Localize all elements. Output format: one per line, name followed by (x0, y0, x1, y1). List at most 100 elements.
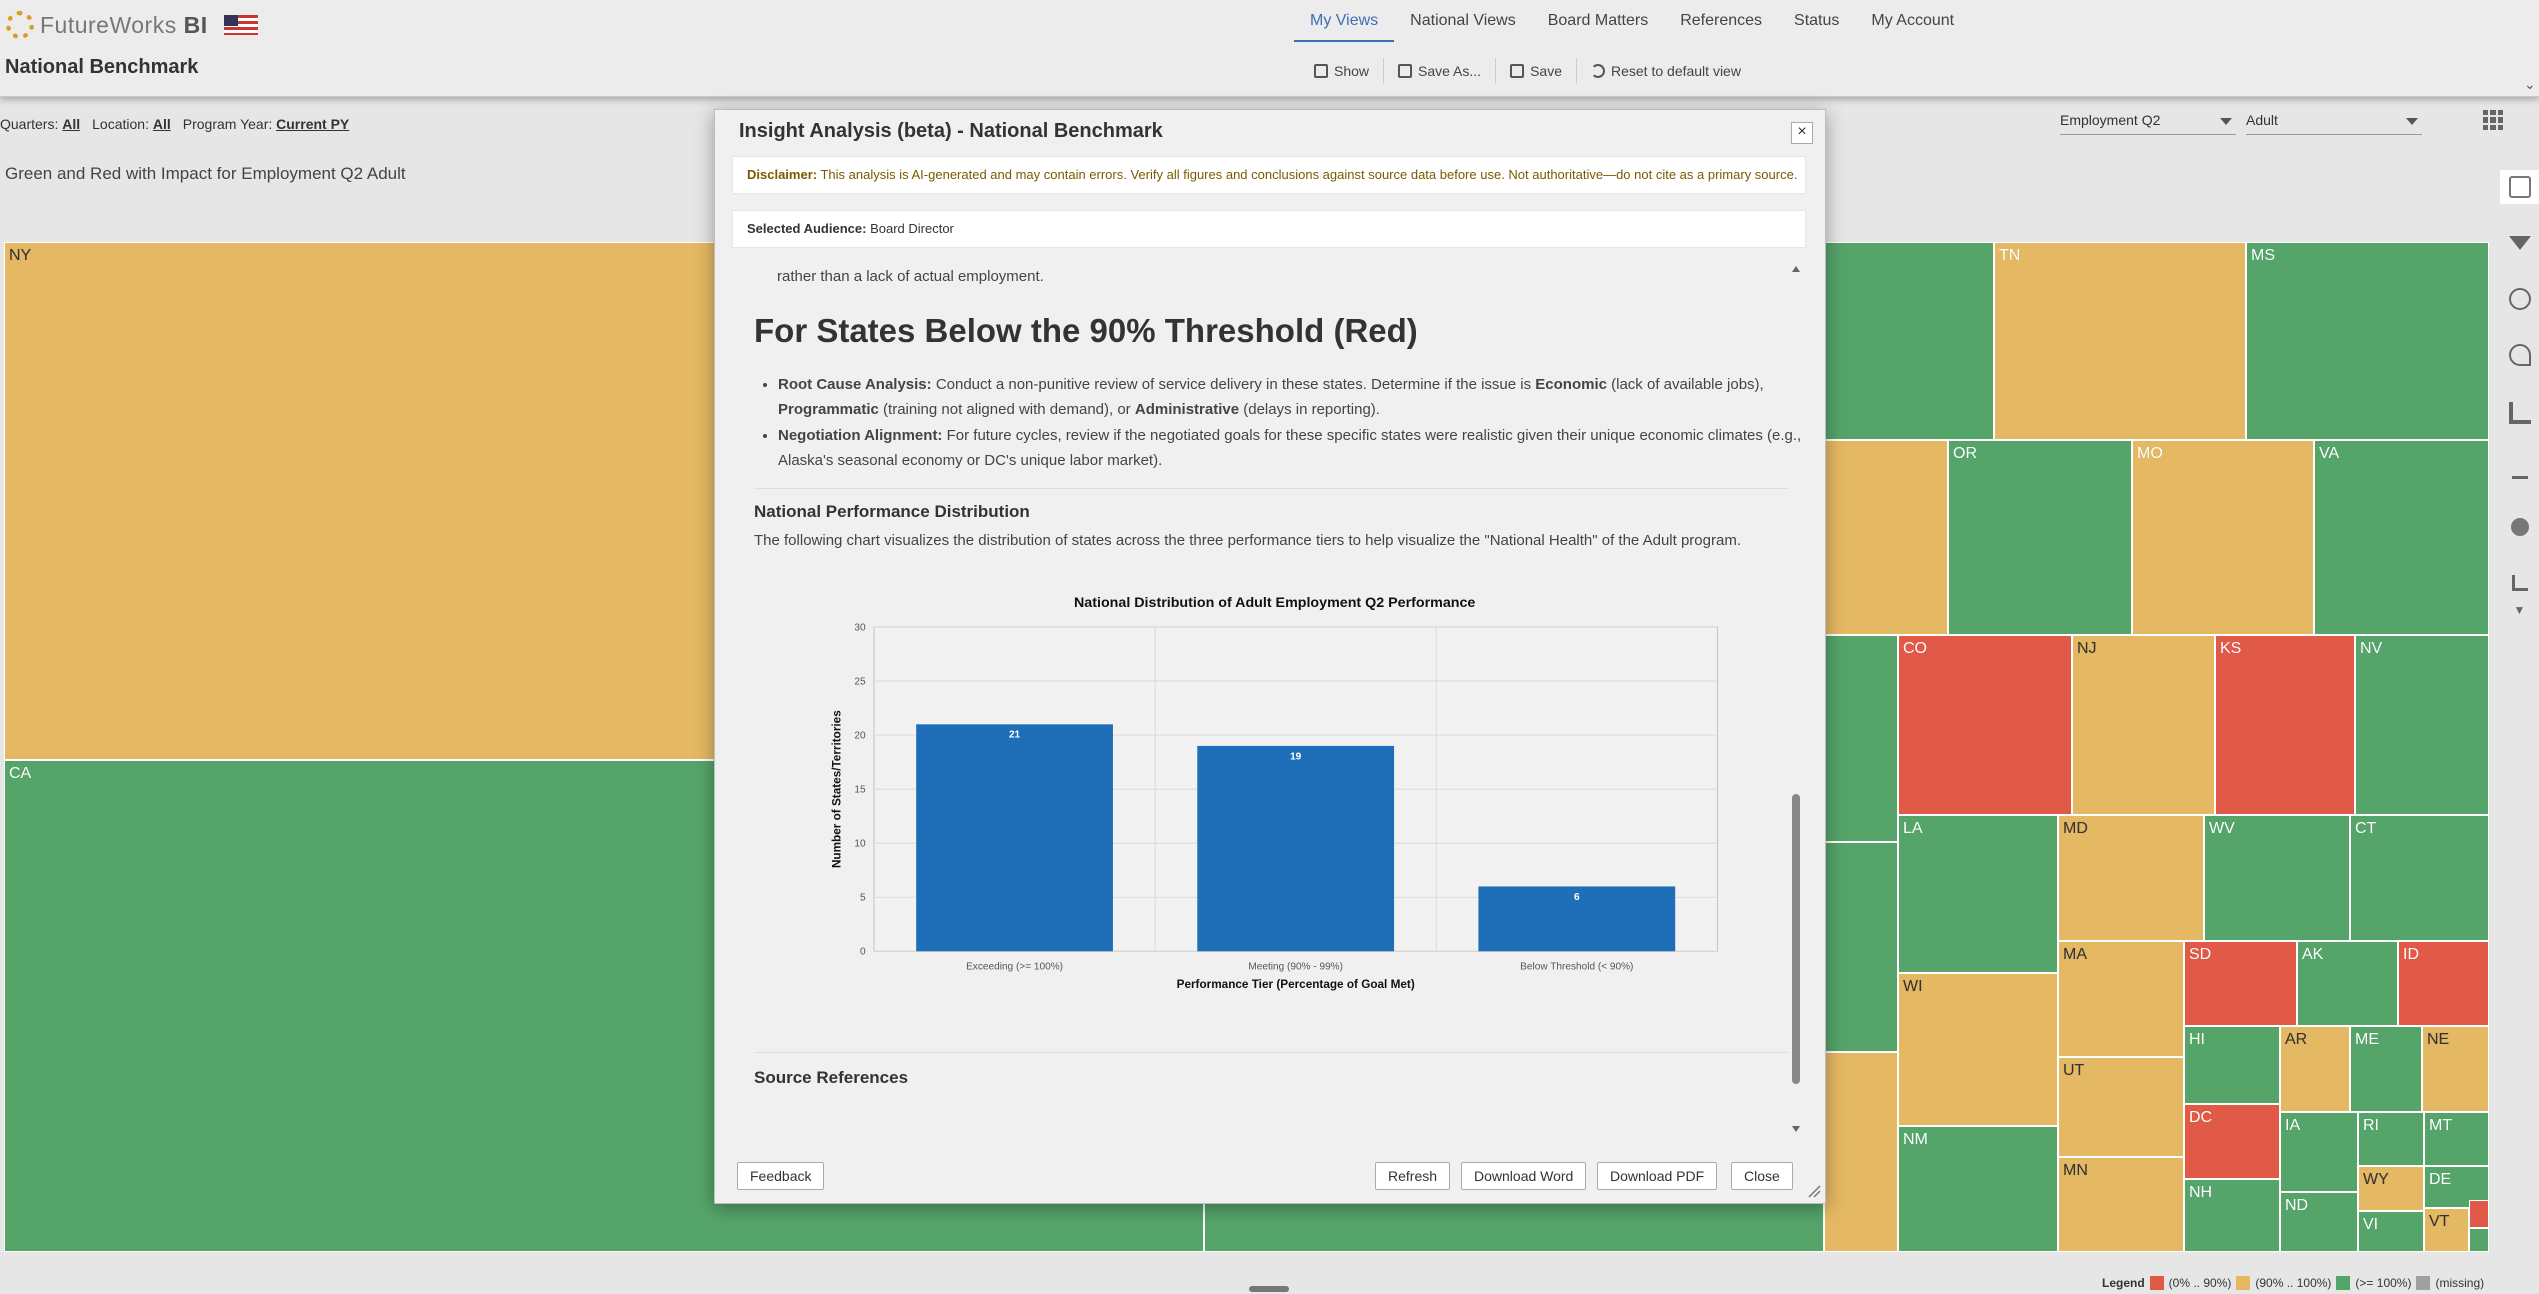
y-tick-label: 30 (854, 622, 866, 633)
treemap-tile-co[interactable]: CO (1898, 635, 2072, 815)
chart-title: National Distribution of Adult Employmen… (1074, 595, 1475, 611)
legend-swatch-yellow (2236, 1276, 2251, 1290)
y-tick-label: 5 (860, 893, 866, 904)
download-word-button[interactable]: Download Word (1461, 1162, 1587, 1190)
treemap-tile-nh[interactable]: NH (2184, 1179, 2280, 1252)
panel-drag-handle[interactable] (1249, 1286, 1289, 1292)
chevron-down-icon[interactable]: ▼ (2500, 600, 2539, 620)
save-button[interactable]: Save (1496, 58, 1577, 84)
treemap-tile-or[interactable]: OR (1948, 440, 2132, 635)
scroll-up-icon[interactable] (1792, 266, 1800, 272)
tab-references[interactable]: References (1664, 10, 1778, 40)
section-heading: For States Below the 90% Threshold (Red) (754, 312, 1418, 349)
program-select[interactable]: Adult (2246, 112, 2422, 135)
tab-board-matters[interactable]: Board Matters (1532, 10, 1664, 40)
grid-view-icon[interactable] (2483, 110, 2503, 130)
refresh-button[interactable]: Refresh (1375, 1162, 1451, 1190)
treemap-tile-nj[interactable]: NJ (2072, 635, 2215, 815)
reset-view-button[interactable]: Reset to default view (1577, 58, 1755, 84)
y-tick-label: 10 (854, 839, 866, 850)
insight-analysis-dialog: Insight Analysis (beta) - National Bench… (714, 109, 1826, 1204)
treemap-tile-va[interactable]: VA (2314, 440, 2489, 635)
page-title: National Benchmark (5, 56, 199, 78)
treemap-tile-sd[interactable]: SD (2184, 941, 2297, 1026)
treemap-tile[interactable] (1824, 1052, 1898, 1252)
tab-national-views[interactable]: National Views (1394, 10, 1532, 40)
y-tick-label: 0 (860, 947, 866, 958)
treemap-tile-id[interactable]: ID (2398, 941, 2489, 1026)
treemap-tile-ms[interactable]: MS (2246, 242, 2489, 440)
chart-type-tool[interactable] (2500, 396, 2539, 430)
treemap-tile-me[interactable]: ME (2350, 1026, 2422, 1112)
reset-label: Reset to default view (1611, 63, 1741, 79)
treemap-tile-nm[interactable]: NM (1898, 1126, 2058, 1252)
location-filter-link[interactable]: All (153, 116, 171, 132)
treemap-tile-mn[interactable]: MN (2058, 1157, 2184, 1252)
treemap-tile-wv[interactable]: WV (2204, 815, 2350, 941)
tab-my-account[interactable]: My Account (1855, 10, 1970, 40)
feedback-button[interactable]: Feedback (737, 1162, 825, 1190)
paragraph-text: rather than a lack of actual employment. (777, 268, 1044, 285)
treemap-tile-md[interactable]: MD (2058, 815, 2204, 941)
close-button[interactable]: Close (1731, 1162, 1793, 1190)
scroll-thumb[interactable] (1792, 794, 1800, 1084)
treemap-tile-mo[interactable]: MO (2132, 440, 2314, 635)
disclaimer-label: Disclaimer: (747, 167, 818, 182)
content-scrollbar[interactable] (1789, 262, 1803, 1138)
measure-select[interactable]: Employment Q2 (2060, 112, 2236, 135)
drill-tool[interactable] (2500, 338, 2539, 372)
treemap-tile[interactable] (1824, 635, 1898, 842)
zoom-tool[interactable] (2500, 282, 2539, 316)
treemap-tile-tn[interactable]: TN (1994, 242, 2246, 440)
treemap-tile-la[interactable]: LA (1898, 815, 2058, 973)
show-button[interactable]: Show (1300, 58, 1385, 84)
treemap-tile[interactable] (1824, 242, 1994, 440)
tile-label: RI (2363, 1117, 2379, 1134)
program-select-value: Adult (2246, 112, 2278, 128)
treemap-tile-ct[interactable]: CT (2350, 815, 2489, 941)
quarters-filter-link[interactable]: All (62, 116, 80, 132)
add-measure-tool[interactable] (2500, 566, 2539, 600)
download-pdf-button[interactable]: Download PDF (1597, 1162, 1718, 1190)
close-icon[interactable]: × (1791, 122, 1813, 144)
treemap-tile-ri[interactable]: RI (2358, 1112, 2424, 1166)
color-tool[interactable] (2500, 510, 2539, 544)
treemap-tile-nv[interactable]: NV (2355, 635, 2489, 815)
treemap-tile-hi[interactable]: HI (2184, 1026, 2280, 1104)
tile-label: VT (2429, 1213, 2450, 1230)
save-as-button[interactable]: Save As... (1384, 58, 1497, 84)
treemap-tile-nd[interactable]: ND (2280, 1192, 2358, 1252)
scroll-down-icon[interactable] (1792, 1126, 1800, 1132)
treemap-tile-mt[interactable]: MT (2424, 1112, 2489, 1166)
chevron-down-icon[interactable]: ⌄ (2524, 76, 2536, 93)
program-year-filter-link[interactable]: Current PY (276, 116, 349, 132)
treemap-tile-ma[interactable]: MA (2058, 941, 2184, 1057)
tile-label: SD (2189, 946, 2212, 963)
resize-handle-icon[interactable] (1807, 1184, 1821, 1198)
legend-label: (90% .. 100%) (2255, 1276, 2332, 1290)
treemap-tile-ak[interactable]: AK (2297, 941, 2398, 1026)
treemap-tile-ia[interactable]: IA (2280, 1112, 2358, 1192)
treemap-tile-wi[interactable]: WI (1898, 973, 2058, 1126)
treemap-tile-vi[interactable]: VI (2358, 1211, 2424, 1252)
download-tool[interactable] (2500, 454, 2539, 488)
treemap-tile[interactable] (2469, 1228, 2489, 1252)
tab-my-views[interactable]: My Views (1294, 10, 1395, 42)
recommendation-list: Root Cause Analysis: Conduct a non-punit… (754, 372, 1806, 474)
app-logo[interactable]: FutureWorks BI (6, 10, 258, 40)
treemap-tile-ks[interactable]: KS (2215, 635, 2355, 815)
treemap-tile[interactable] (1824, 842, 1898, 1052)
tab-status[interactable]: Status (1778, 10, 1855, 40)
filter-tool[interactable] (2500, 226, 2539, 260)
dialog-title: Insight Analysis (beta) - National Bench… (739, 120, 1163, 142)
treemap-tile-ne[interactable]: NE (2422, 1026, 2489, 1112)
treemap-tile-dc[interactable]: DC (2184, 1104, 2280, 1179)
ai-insight-tool[interactable] (2500, 170, 2539, 204)
treemap-tile[interactable] (1824, 440, 1948, 635)
treemap-tile[interactable] (2469, 1200, 2489, 1228)
treemap-tile-vt[interactable]: VT (2424, 1208, 2469, 1252)
treemap-tile-ut[interactable]: UT (2058, 1057, 2184, 1157)
treemap-tile-ar[interactable]: AR (2280, 1026, 2350, 1112)
treemap-tile-wy[interactable]: WY (2358, 1166, 2424, 1211)
analysis-content[interactable]: rather than a lack of actual employment.… (732, 262, 1806, 1138)
